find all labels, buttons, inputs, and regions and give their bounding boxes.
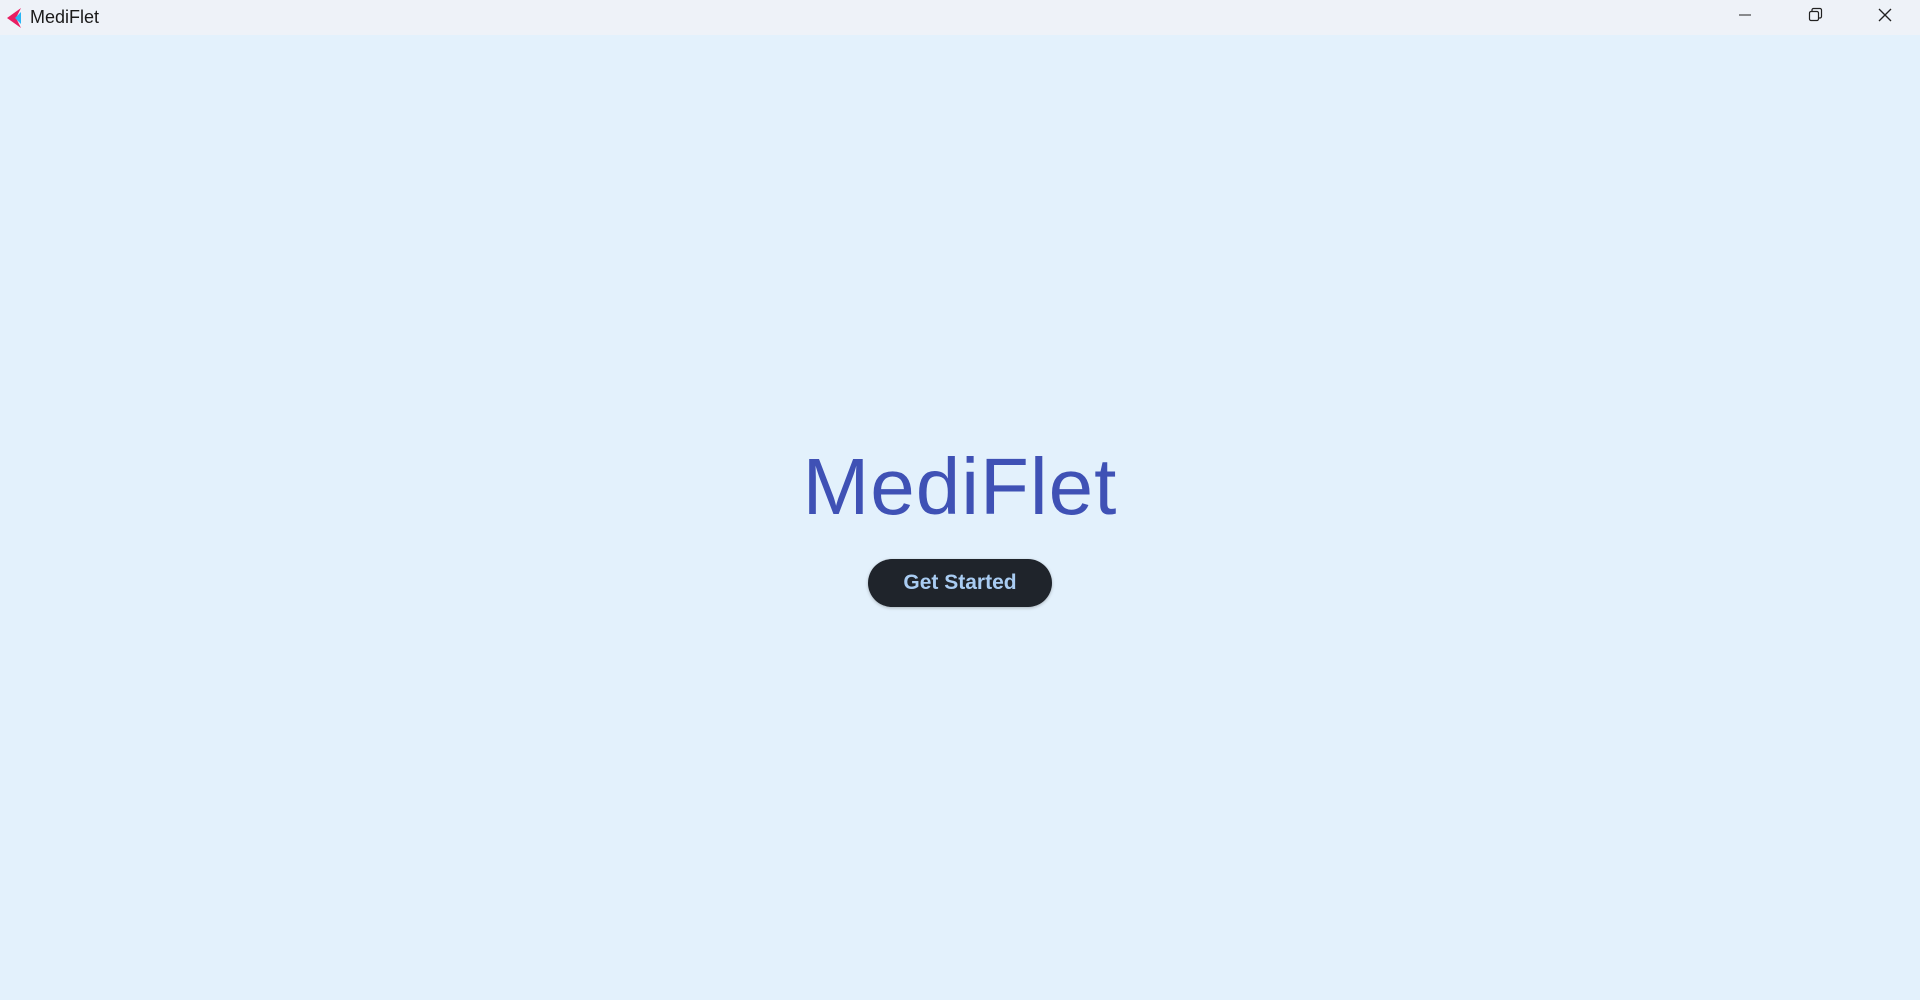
app-window: MediFlet MediFlet Get Started: [0, 0, 1920, 1000]
close-button[interactable]: [1850, 0, 1920, 35]
flet-logo-icon: [5, 7, 23, 29]
minimize-button[interactable]: [1710, 0, 1780, 35]
close-icon: [1877, 7, 1893, 28]
window-title: MediFlet: [30, 7, 100, 27]
page-title: MediFlet: [802, 442, 1118, 531]
restore-button[interactable]: [1780, 0, 1850, 35]
minimize-icon: [1737, 7, 1753, 28]
restore-icon: [1807, 7, 1823, 28]
window-controls: [1710, 0, 1920, 35]
get-started-button[interactable]: Get Started: [868, 559, 1052, 607]
main-content: MediFlet Get Started: [0, 35, 1920, 1000]
title-bar[interactable]: MediFlet: [0, 0, 1920, 35]
